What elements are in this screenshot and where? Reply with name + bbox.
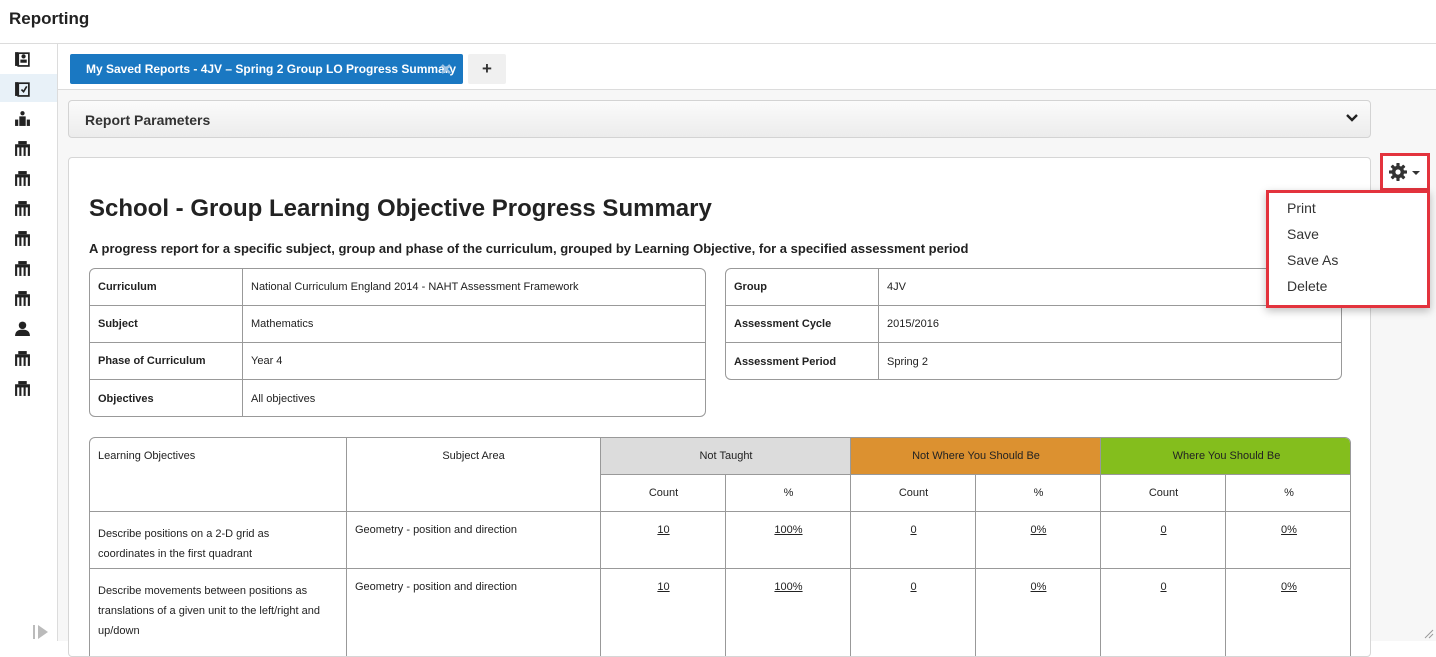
where-percent-link[interactable]: 0% bbox=[1226, 581, 1350, 593]
menu-item-save-as[interactable]: Save As bbox=[1287, 252, 1338, 268]
info-label: Subject bbox=[90, 306, 243, 342]
info-row-assessment-cycle: Assessment Cycle 2015/2016 bbox=[726, 306, 1341, 343]
info-row-group: Group 4JV bbox=[726, 269, 1341, 306]
school-building-icon bbox=[15, 290, 30, 306]
column-header-learning-objectives: Learning Objectives bbox=[98, 450, 196, 462]
info-value: Mathematics bbox=[251, 318, 314, 330]
not-where-count-link[interactable]: 0 bbox=[851, 524, 976, 536]
sidebar-item-hierarchy[interactable] bbox=[0, 104, 57, 132]
column-header-where-you-should-be: Where You Should Be bbox=[1172, 450, 1281, 462]
where-count-link[interactable]: 0 bbox=[1101, 581, 1226, 593]
report-tabs: My Saved Reports - 4JV – Spring 2 Group … bbox=[58, 44, 1436, 90]
chevron-down-icon[interactable] bbox=[1346, 113, 1358, 123]
report-parameters-title: Report Parameters bbox=[85, 112, 211, 128]
caret-down-icon bbox=[1412, 171, 1420, 175]
where-percent-link[interactable]: 0% bbox=[1226, 524, 1350, 536]
menu-item-delete[interactable]: Delete bbox=[1287, 278, 1327, 294]
main-content: My Saved Reports - 4JV – Spring 2 Group … bbox=[58, 44, 1436, 657]
column-header-not-where-you-should-be: Not Where You Should Be bbox=[912, 450, 1040, 462]
info-row-curriculum: Curriculum National Curriculum England 2… bbox=[90, 269, 705, 306]
info-label: Phase of Curriculum bbox=[90, 343, 243, 379]
sidebar-item-student-report[interactable] bbox=[0, 44, 57, 72]
sidebar-item-school-5[interactable] bbox=[0, 254, 57, 282]
subheader-count: Count bbox=[1148, 487, 1179, 499]
sidebar-item-school-1[interactable] bbox=[0, 134, 57, 162]
info-label: Group bbox=[726, 269, 879, 305]
app-title: Reporting bbox=[9, 9, 90, 28]
subheader-count: Count bbox=[648, 487, 679, 499]
sidebar-item-person[interactable] bbox=[0, 314, 57, 342]
sidebar-item-group-report[interactable] bbox=[0, 74, 57, 102]
sidebar-item-school-7[interactable] bbox=[0, 344, 57, 372]
menu-item-print[interactable]: Print bbox=[1287, 200, 1316, 216]
info-value: 2015/2016 bbox=[887, 318, 939, 330]
subheader-count: Count bbox=[898, 487, 929, 499]
top-bar: Reporting bbox=[0, 0, 1436, 44]
info-row-subject: Subject Mathematics bbox=[90, 306, 705, 343]
info-label: Assessment Cycle bbox=[726, 306, 879, 342]
settings-menu-button[interactable] bbox=[1380, 153, 1430, 191]
not-taught-count-link[interactable]: 10 bbox=[601, 524, 726, 536]
subheader-percent: % bbox=[1284, 487, 1294, 499]
info-label: Objectives bbox=[90, 380, 243, 416]
school-building-icon bbox=[15, 260, 30, 276]
school-building-icon bbox=[15, 380, 30, 396]
report-panel: School - Group Learning Objective Progre… bbox=[68, 157, 1371, 657]
school-building-icon bbox=[15, 230, 30, 246]
where-count-link[interactable]: 0 bbox=[1101, 524, 1226, 536]
settings-dropdown-menu: Print Save Save As Delete bbox=[1266, 190, 1430, 308]
add-tab-button[interactable]: + bbox=[468, 54, 506, 84]
not-where-percent-link[interactable]: 0% bbox=[976, 524, 1101, 536]
subheader-percent: % bbox=[783, 487, 794, 499]
info-value: Year 4 bbox=[251, 355, 283, 367]
school-building-icon bbox=[15, 170, 30, 186]
tab-label: My Saved Reports - 4JV – Spring 2 Group … bbox=[86, 62, 457, 76]
not-taught-percent-link[interactable]: 100% bbox=[726, 524, 851, 536]
subheader-percent: % bbox=[1033, 487, 1044, 499]
report-subtitle: A progress report for a specific subject… bbox=[89, 241, 969, 256]
school-building-icon bbox=[15, 140, 30, 156]
info-value: National Curriculum England 2014 - NAHT … bbox=[251, 281, 579, 293]
column-header-subject-area: Subject Area bbox=[442, 450, 505, 462]
expand-sidebar-icon[interactable] bbox=[32, 624, 50, 640]
info-label: Assessment Period bbox=[726, 343, 879, 379]
school-building-icon bbox=[15, 200, 30, 216]
objective-cell: Describe movements between positions as … bbox=[98, 585, 320, 637]
not-taught-count-link[interactable]: 10 bbox=[601, 581, 726, 593]
sidebar-item-school-2[interactable] bbox=[0, 164, 57, 192]
report-parameters-panel[interactable]: Report Parameters bbox=[68, 100, 1371, 138]
menu-item-save[interactable]: Save bbox=[1287, 226, 1319, 242]
not-where-percent-link[interactable]: 0% bbox=[976, 581, 1101, 593]
school-hierarchy-icon bbox=[15, 110, 30, 126]
info-row-assessment-period: Assessment Period Spring 2 bbox=[726, 343, 1341, 379]
column-header-not-taught: Not Taught bbox=[699, 450, 753, 462]
not-where-count-link[interactable]: 0 bbox=[851, 581, 976, 593]
not-taught-percent-link[interactable]: 100% bbox=[726, 581, 851, 593]
report-person-icon bbox=[15, 51, 30, 67]
tab-saved-report[interactable]: My Saved Reports - 4JV – Spring 2 Group … bbox=[70, 54, 463, 84]
sidebar bbox=[0, 44, 58, 641]
close-tab-icon[interactable] bbox=[441, 64, 451, 74]
sidebar-item-school-6[interactable] bbox=[0, 284, 57, 312]
info-row-phase: Phase of Curriculum Year 4 bbox=[90, 343, 705, 380]
sidebar-item-school-4[interactable] bbox=[0, 224, 57, 252]
report-title: School - Group Learning Objective Progre… bbox=[89, 195, 712, 222]
report-check-icon bbox=[15, 81, 30, 97]
gear-icon bbox=[1389, 163, 1407, 181]
sidebar-item-school-8[interactable] bbox=[0, 374, 57, 402]
info-value: All objectives bbox=[251, 392, 316, 405]
school-building-icon bbox=[15, 350, 30, 366]
info-value: Spring 2 bbox=[887, 355, 928, 368]
report-details-left: Curriculum National Curriculum England 2… bbox=[89, 268, 706, 417]
objective-cell: Describe positions on a 2-D grid as coor… bbox=[98, 528, 270, 560]
person-icon bbox=[15, 321, 30, 336]
subject-area-cell: Geometry - position and direction bbox=[355, 581, 518, 593]
info-label: Curriculum bbox=[90, 269, 243, 305]
learning-objectives-table: Learning Objectives Subject Area Not Tau… bbox=[89, 437, 1351, 656]
subject-area-cell: Geometry - position and direction bbox=[355, 524, 518, 536]
sidebar-item-school-3[interactable] bbox=[0, 194, 57, 222]
info-row-objectives: Objectives All objectives bbox=[90, 380, 705, 416]
report-details-right: Group 4JV Assessment Cycle 2015/2016 Ass… bbox=[725, 268, 1342, 380]
resize-grip-icon[interactable] bbox=[1422, 627, 1434, 639]
